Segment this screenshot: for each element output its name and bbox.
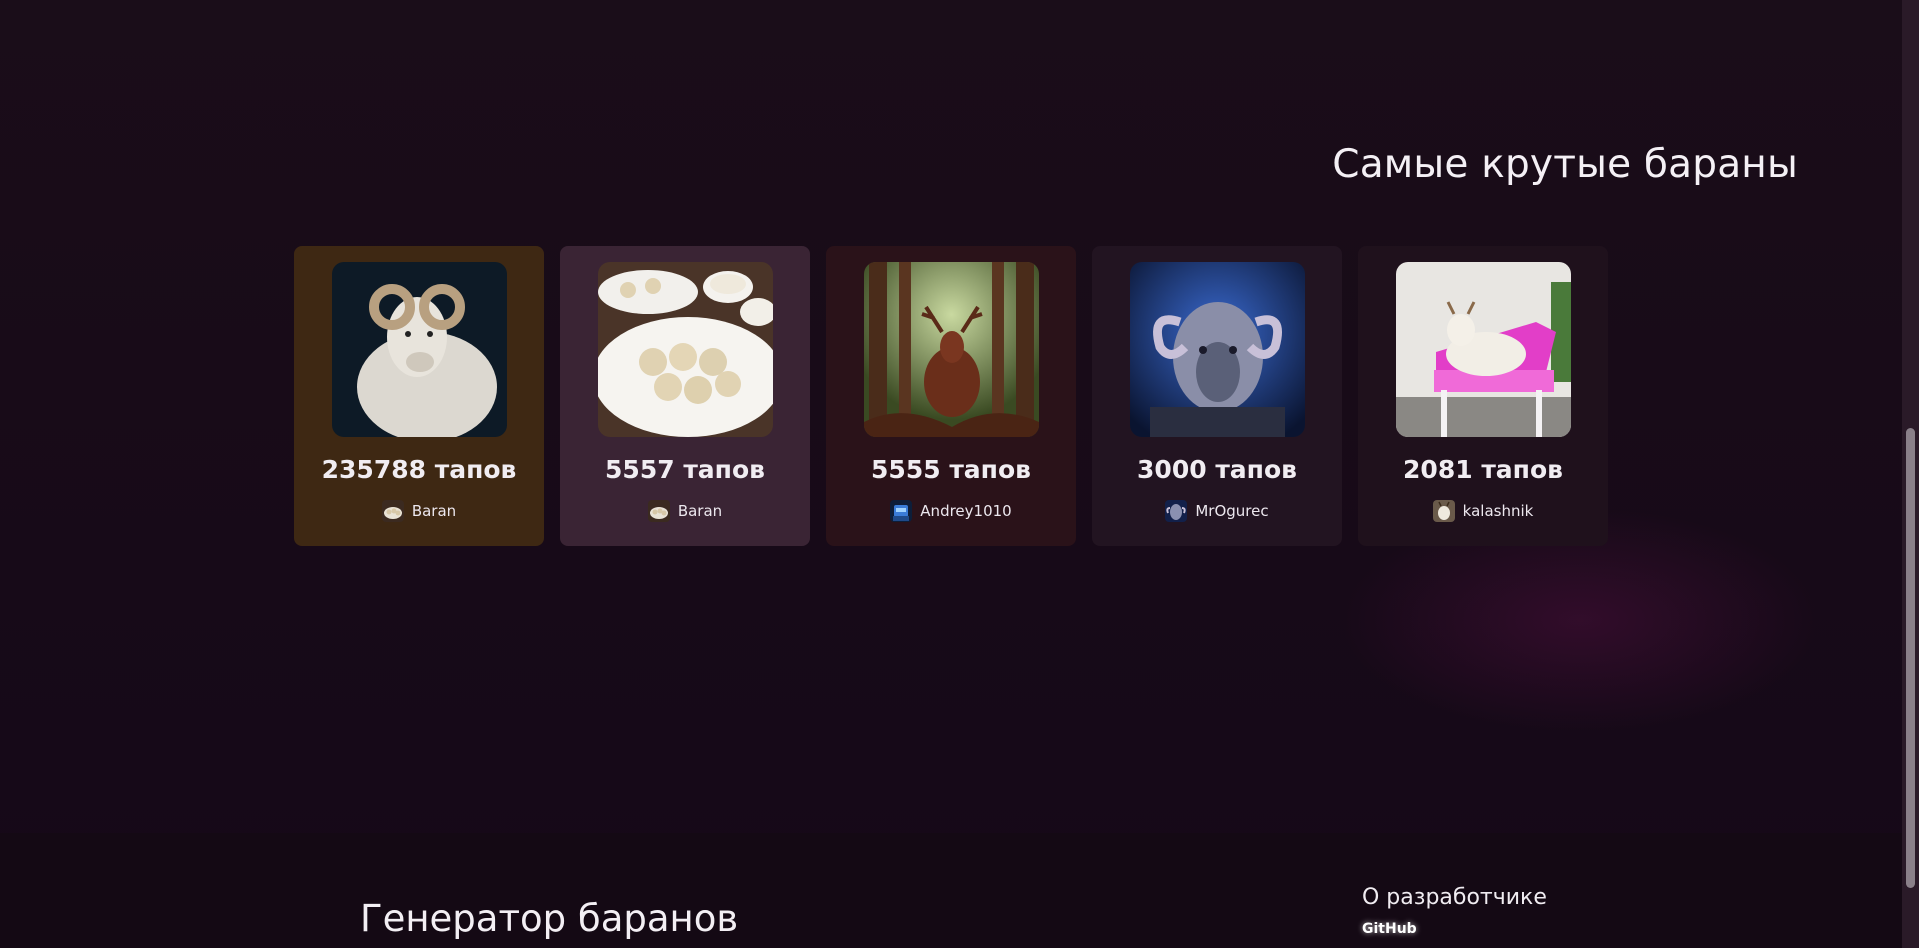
vertical-scrollbar[interactable] <box>1902 0 1919 948</box>
blue-ram-avatar-icon <box>1165 500 1188 522</box>
tap-count: 2081 тапов <box>1403 455 1563 484</box>
owner-name: Andrey1010 <box>920 502 1012 520</box>
owner[interactable]: MrOgurec <box>1165 500 1269 522</box>
ram-card[interactable]: 5557 тапов Baran <box>560 246 810 546</box>
ram-card[interactable]: 5555 тапов Andrey1010 <box>826 246 1076 546</box>
owner[interactable]: Andrey1010 <box>890 500 1012 522</box>
footer-title: Генератор баранов <box>360 897 739 940</box>
owner[interactable]: Baran <box>647 500 723 522</box>
dumplings-avatar-icon <box>381 500 404 522</box>
blue-ram-image <box>1129 262 1305 437</box>
owner-name: MrOgurec <box>1195 502 1269 520</box>
tap-count: 5557 тапов <box>605 455 765 484</box>
page: Самые крутые бараны 235788 тапов Baran 5… <box>0 0 1902 948</box>
goat-pink-chair-image <box>1395 262 1571 437</box>
dumplings-image <box>597 262 773 437</box>
ram-card[interactable]: 2081 тапов kalashnik <box>1358 246 1608 546</box>
scrollbar-thumb[interactable] <box>1906 428 1915 888</box>
section-title: Самые крутые бараны <box>1332 142 1798 187</box>
ram-image <box>331 262 507 437</box>
tap-count: 5555 тапов <box>871 455 1031 484</box>
footer: Генератор баранов О разработчике GitHub <box>0 833 1902 948</box>
tap-count: 3000 тапов <box>1137 455 1297 484</box>
github-link[interactable]: GitHub <box>1362 921 1417 937</box>
goat-avatar-icon <box>1432 500 1455 522</box>
owner-name: Baran <box>411 502 457 520</box>
dumplings-avatar-icon <box>647 500 670 522</box>
tap-count: 235788 тапов <box>321 455 517 484</box>
ram-card[interactable]: 3000 тапов MrOgurec <box>1092 246 1342 546</box>
owner[interactable]: Baran <box>381 500 457 522</box>
top-rams-list: 235788 тапов Baran 5557 тапов Baran 5555… <box>294 246 1608 546</box>
about-developer-heading: О разработчике <box>1362 885 1547 910</box>
owner-name: kalashnik <box>1462 502 1534 520</box>
ram-card[interactable]: 235788 тапов Baran <box>294 246 544 546</box>
owner[interactable]: kalashnik <box>1432 500 1534 522</box>
deer-forest-image <box>863 262 1039 437</box>
robot-avatar-icon <box>890 500 913 522</box>
owner-name: Baran <box>677 502 723 520</box>
